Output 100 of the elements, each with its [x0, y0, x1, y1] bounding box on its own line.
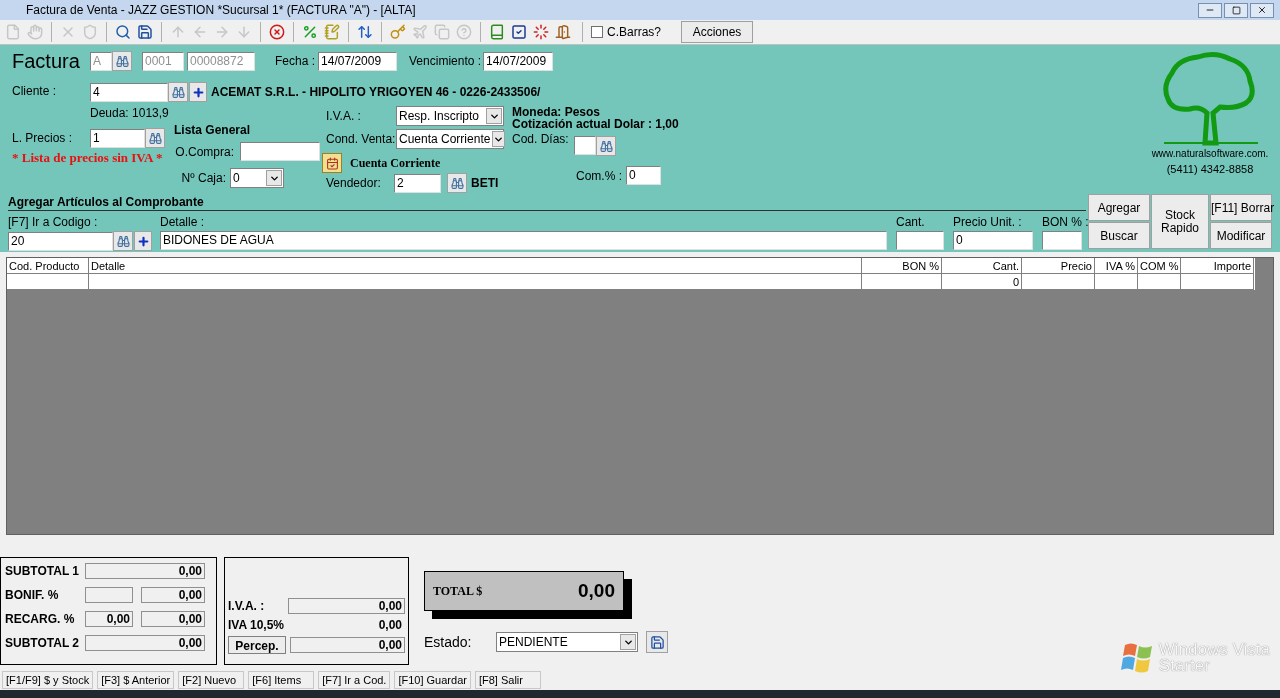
table-cell: [1095, 274, 1138, 290]
purchase-order-field[interactable]: [240, 142, 320, 161]
cancel-icon: [269, 24, 285, 40]
total-label: RECARG. %: [5, 611, 76, 628]
lookup-button[interactable]: [596, 136, 616, 156]
add-button[interactable]: Agregar: [1088, 194, 1150, 221]
barcode-checkbox[interactable]: [591, 26, 603, 38]
search-button[interactable]: Buscar: [1088, 222, 1150, 249]
website-text: www.naturalsoftware.com.: [1151, 147, 1269, 161]
document-title: Factura: [12, 49, 81, 74]
field-label: [F7] Ir a Codigo :: [8, 214, 99, 231]
stock-button[interactable]: Stock Rapido: [1151, 194, 1209, 249]
field-label: Fecha :: [275, 53, 316, 70]
shield-icon: [82, 24, 98, 40]
total-amount: 0,00: [578, 578, 615, 603]
item-code-field[interactable]: 20: [8, 231, 113, 251]
quantity-field[interactable]: [896, 231, 944, 250]
phone-text: (5411) 4342-8858: [1166, 162, 1254, 177]
delete-button[interactable]: [F11] Borrar: [1210, 194, 1272, 221]
tax-label: I.V.A. :: [228, 598, 266, 615]
notepad-icon: [324, 24, 340, 40]
save-button[interactable]: [646, 631, 668, 653]
modify-button[interactable]: Modificar: [1210, 222, 1272, 249]
vat-select[interactable]: Resp. Inscripto: [396, 106, 504, 126]
up-arrow-icon: [170, 24, 186, 40]
commission-field[interactable]: 0: [626, 166, 661, 185]
days-code-field[interactable]: [574, 136, 596, 155]
close-icon: [1257, 5, 1267, 15]
lookup-button[interactable]: [145, 128, 165, 148]
restore-button[interactable]: [1224, 2, 1248, 18]
date-field[interactable]: 14/07/2009: [318, 51, 398, 71]
ring-icon: [533, 24, 549, 40]
status-select[interactable]: PENDIENTE: [496, 632, 638, 652]
client-name: ACEMAT S.R.L. - HIPOLITO YRIGOYEN 46 - 0226-2433506/: [211, 84, 541, 101]
lookup-button[interactable]: [112, 51, 132, 71]
percent-field: 0,00: [85, 611, 133, 627]
save-icon: [137, 24, 153, 40]
field-label: Cant.: [896, 214, 926, 231]
currency-text: Moneda: Pesos: [512, 106, 602, 118]
price-list-field[interactable]: 1: [90, 128, 145, 148]
perception-button[interactable]: Percep.: [228, 636, 286, 654]
amount-field: 0,00: [141, 611, 205, 627]
binoculars-icon: [148, 131, 162, 145]
status-bar-item: [F7] Ir a Cod.: [318, 671, 391, 689]
total-label: SUBTOTAL 1: [5, 563, 80, 580]
item-detail-field[interactable]: BIDONES DE AGUA: [160, 231, 887, 250]
total-label: TOTAL $: [433, 583, 484, 600]
add-new-button[interactable]: [134, 231, 152, 251]
binoculars-icon: [599, 139, 613, 153]
minimize-button[interactable]: [1198, 2, 1222, 18]
save-icon: [649, 634, 665, 650]
lookup-button[interactable]: [168, 82, 188, 102]
amount-field: 0,00: [85, 563, 205, 579]
plus-icon: [191, 85, 205, 99]
calendar-check-button[interactable]: [322, 153, 342, 173]
binoculars-icon: [115, 54, 129, 68]
windows-flag-icon: [1120, 642, 1155, 674]
door-icon: [555, 24, 571, 40]
discount-field[interactable]: [1042, 231, 1082, 250]
field-label: Vencimiento :: [409, 53, 482, 70]
lookup-button[interactable]: [447, 173, 467, 193]
percent-icon: [302, 24, 318, 40]
search-icon: [115, 24, 131, 40]
due-date-field[interactable]: 14/07/2009: [483, 51, 554, 71]
sale-condition-select[interactable]: Cuenta Corriente: [396, 129, 504, 149]
file-icon: [5, 24, 21, 40]
delete-icon: [60, 24, 76, 40]
plus-icon: [136, 234, 150, 248]
total-label: SUBTOTAL 2: [5, 635, 80, 652]
calendar-check-icon: [325, 156, 339, 170]
amount-text: 0,00: [377, 617, 403, 634]
key-icon: [390, 24, 406, 40]
close-button[interactable]: [1250, 2, 1274, 18]
total-label: BONIF. %: [5, 587, 60, 604]
status-bar-item: [F3] $ Anterior: [97, 671, 175, 689]
exchange-rate-text: Cotización actual Dolar : 1,00: [512, 118, 679, 130]
field-label: Cliente :: [12, 83, 58, 100]
seller-code-field[interactable]: 2: [394, 173, 441, 193]
field-label: Cod. Días:: [512, 131, 570, 148]
client-code-field[interactable]: 4: [90, 82, 168, 102]
percent-field: [85, 587, 133, 603]
status-bar-item: [F6] Items: [248, 671, 315, 689]
checkbox-icon: [511, 24, 527, 40]
cash-box-select[interactable]: 0: [230, 168, 284, 188]
lookup-button[interactable]: [113, 231, 133, 251]
binoculars-icon: [171, 85, 185, 99]
up-down-arrow-icon: [357, 24, 373, 40]
copy-icon: [434, 24, 450, 40]
status-bar-item: [F1/F9] $ y Stock: [2, 671, 94, 689]
table-cell: 0: [942, 274, 1022, 290]
field-label: Detalle :: [160, 214, 206, 231]
add-new-button[interactable]: [189, 82, 207, 102]
field-label: L. Precios :: [12, 130, 74, 147]
table-cell: [1138, 274, 1181, 290]
field-label: Vendedor:: [326, 175, 382, 192]
tax-label: IVA 10,5%: [228, 617, 286, 634]
amount-field: 0,00: [290, 637, 405, 653]
actions-button[interactable]: Acciones: [681, 21, 754, 43]
unit-price-field[interactable]: 0: [953, 231, 1033, 250]
price-list-note: * Lista de precios sin IVA *: [12, 149, 164, 167]
